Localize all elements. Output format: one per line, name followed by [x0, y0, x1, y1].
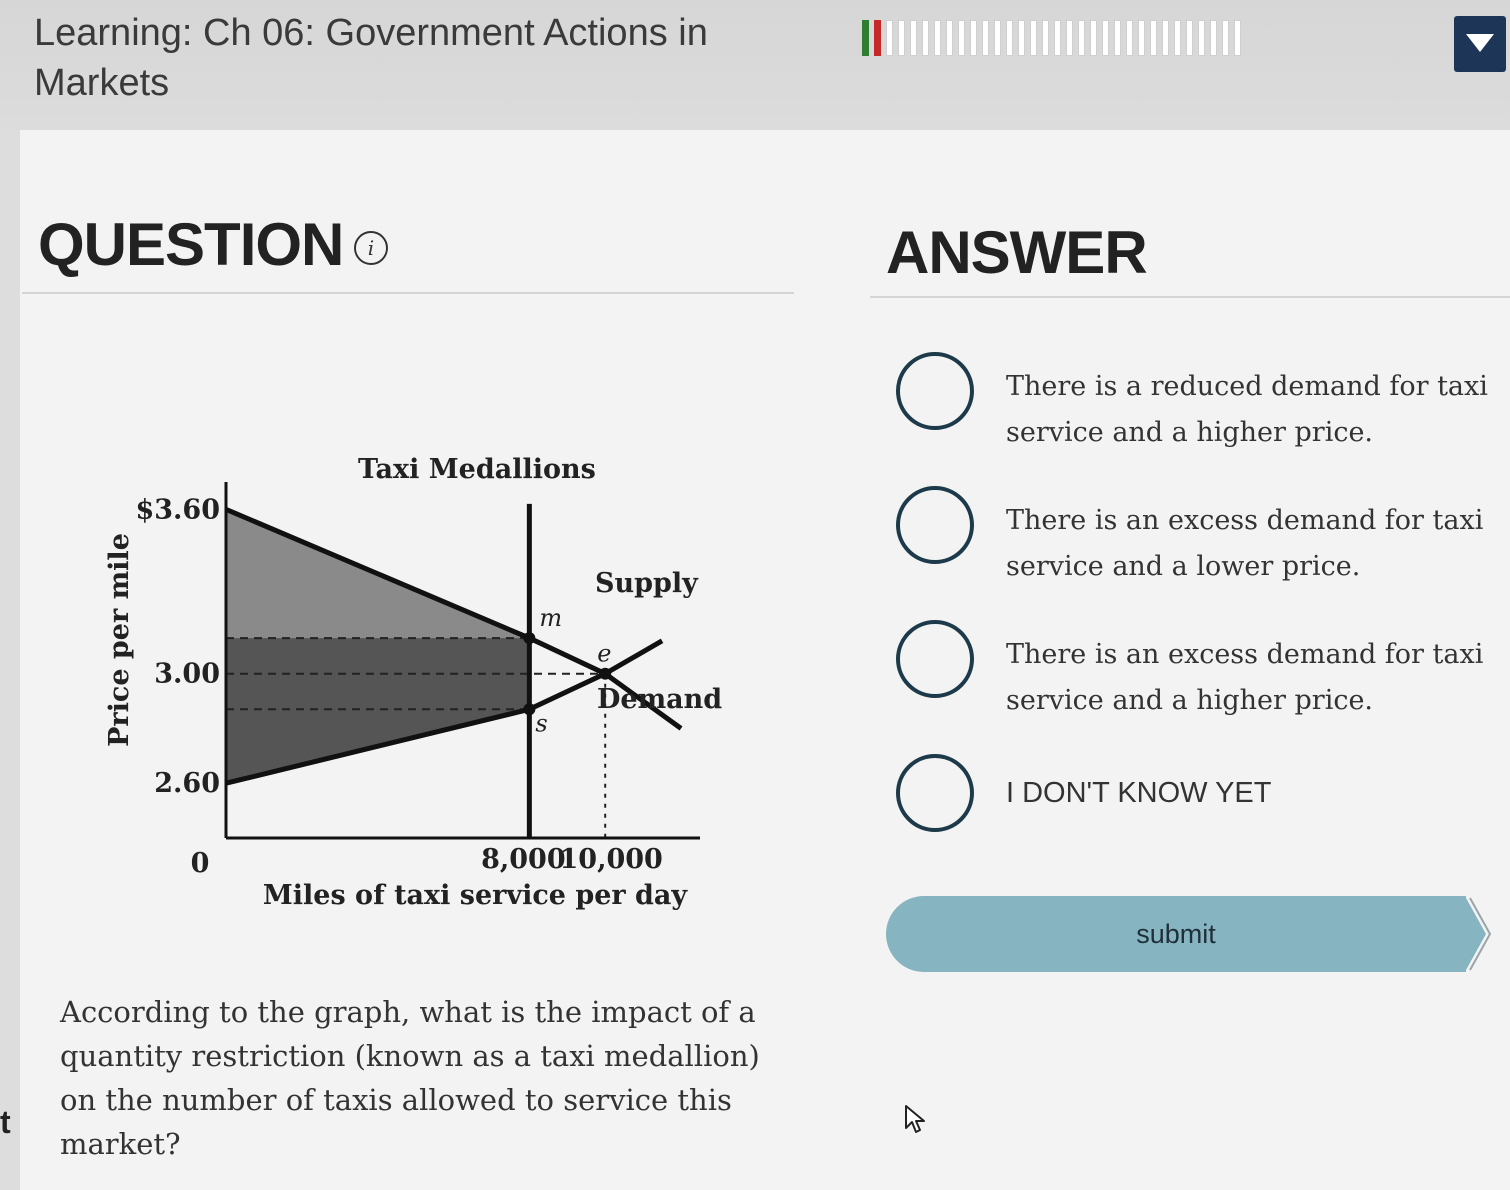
answer-divider — [870, 296, 1510, 298]
left-panel-edge — [0, 130, 20, 1190]
question-text: According to the graph, what is the impa… — [60, 995, 760, 1161]
chart-title: Taxi Medallions — [358, 454, 596, 485]
y-tick-label: $3.60 — [135, 494, 220, 525]
chevron-right-icon — [1446, 897, 1492, 971]
radio-button[interactable] — [896, 352, 974, 430]
progress-tick — [1138, 20, 1145, 56]
x-tick-label: 10,000 — [560, 844, 663, 875]
point-label-m: m — [539, 604, 562, 632]
answer-option-label: There is a reduced demand for taxi servi… — [1006, 371, 1488, 448]
progress-tick — [862, 20, 869, 56]
submit-area: submit — [886, 896, 1496, 976]
progress-tick — [874, 20, 881, 56]
y-tick-label: 3.00 — [154, 659, 220, 690]
progress-tick — [1234, 20, 1241, 56]
question-divider — [22, 292, 794, 294]
progress-tick — [1150, 20, 1157, 56]
radio-button[interactable] — [896, 486, 974, 564]
progress-tick — [922, 20, 929, 56]
point-m — [523, 632, 536, 645]
progress-tick — [1114, 20, 1121, 56]
progress-bar — [862, 20, 1442, 58]
progress-tick — [1054, 20, 1061, 56]
progress-tick — [1174, 20, 1181, 56]
progress-tick — [1162, 20, 1169, 56]
progress-tick — [1090, 20, 1097, 56]
progress-tick — [970, 20, 977, 56]
progress-tick — [934, 20, 941, 56]
chevron-down-icon — [1466, 34, 1494, 52]
answer-option-label: There is an excess demand for taxi servi… — [1006, 639, 1484, 716]
chart-svg: m s e Supply Demand Taxi Medallions $3.60 3.00 2… — [104, 454, 722, 911]
y-tick-label: 2.60 — [154, 768, 220, 799]
progress-tick — [1078, 20, 1085, 56]
demand-label: Demand — [597, 684, 722, 715]
taxi-medallion-chart: m s e Supply Demand Taxi Medallions $3.60 3.00 2… — [90, 440, 740, 920]
mouse-pointer-icon — [905, 1105, 925, 1133]
point-label-s: s — [535, 709, 547, 737]
progress-tick — [1186, 20, 1193, 56]
progress-tick — [1210, 20, 1217, 56]
question-heading: QUESTION — [38, 211, 344, 278]
x-tick-label: 0 — [191, 848, 210, 879]
point-label-e: e — [597, 640, 611, 668]
y-axis-title: Price per mile — [104, 533, 135, 747]
menu-toggle-button[interactable] — [1454, 16, 1506, 72]
progress-tick — [886, 20, 893, 56]
progress-tick — [910, 20, 917, 56]
left-edge-text: t — [0, 1104, 11, 1140]
header-bar: Learning: Ch 06: Government Actions in M… — [0, 0, 1510, 130]
progress-tick — [898, 20, 905, 56]
progress-tick — [1030, 20, 1037, 56]
progress-tick — [1006, 20, 1013, 56]
progress-tick — [1042, 20, 1049, 56]
submit-button[interactable]: submit — [886, 896, 1466, 972]
x-tick-label: 8,000 — [481, 844, 566, 875]
progress-tick — [1018, 20, 1025, 56]
progress-tick — [994, 20, 1001, 56]
answer-option-label: I DON'T KNOW YET — [1006, 777, 1272, 809]
answer-heading: ANSWER — [886, 219, 1148, 286]
point-s — [523, 703, 536, 716]
answer-option-label: There is an excess demand for taxi servi… — [1006, 505, 1484, 582]
progress-tick — [1198, 20, 1205, 56]
progress-tick — [1066, 20, 1073, 56]
progress-tick — [982, 20, 989, 56]
progress-tick — [946, 20, 953, 56]
info-icon[interactable]: i — [354, 231, 388, 265]
course-title: Learning: Ch 06: Government Actions in M… — [34, 12, 708, 104]
supply-label: Supply — [595, 568, 699, 599]
progress-tick — [1222, 20, 1229, 56]
radio-button[interactable] — [896, 754, 974, 832]
point-e — [599, 667, 612, 680]
progress-tick — [1102, 20, 1109, 56]
progress-tick — [958, 20, 965, 56]
x-axis-title: Miles of taxi service per day — [263, 880, 689, 911]
radio-button[interactable] — [896, 620, 974, 698]
progress-tick — [1126, 20, 1133, 56]
